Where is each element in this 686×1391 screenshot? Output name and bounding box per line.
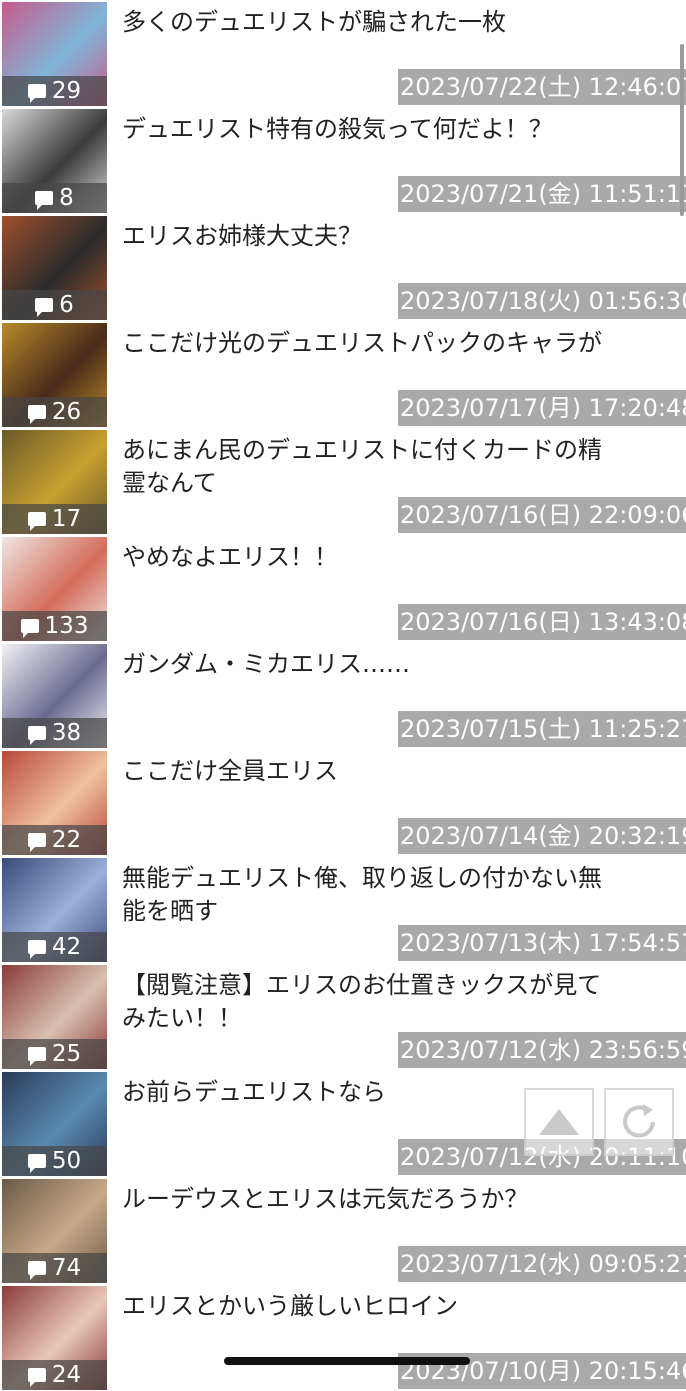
scrollbar[interactable] [680, 44, 684, 216]
thread-row[interactable]: 74 ルーデウスとエリスは元気だろうか？ 2023/07/12(水) 09:05:2… [0, 1177, 686, 1284]
comment-icon [27, 1261, 46, 1280]
comment-count-badge: 29 [2, 76, 107, 106]
thread-row[interactable]: 26 ここだけ光のデュエリストパックのキャラが 2023/07/17(月) 17:2… [0, 321, 686, 428]
thread-title[interactable]: ルーデウスとエリスは元気だろうか？ [122, 1183, 602, 1216]
thread-row[interactable]: 25 【閲覧注意】エリスのお仕置きックスが見てみたい！！ 2023/07/12(水)… [0, 963, 686, 1070]
comment-count: 8 [59, 185, 74, 211]
thread-date: 2023/07/18(火) 01:56:30 [398, 283, 686, 319]
thread-date: 2023/07/15(土) 11:25:27 [398, 711, 686, 747]
comment-count-badge: 74 [2, 1253, 107, 1283]
thread-row[interactable]: 29 多くのデュエリストが騙された一枚 2023/07/22(土) 12:46:07 [0, 0, 686, 107]
thread-title[interactable]: 【閲覧注意】エリスのお仕置きックスが見てみたい！！ [122, 969, 602, 1035]
thread-row[interactable]: 133 やめなよエリス！！ 2023/07/16(日) 13:43:08 [0, 535, 686, 642]
thread-thumbnail[interactable]: 6 [2, 216, 107, 320]
comment-count: 74 [51, 1255, 82, 1281]
comment-count: 6 [59, 292, 74, 318]
thread-title[interactable]: やめなよエリス！！ [122, 541, 602, 574]
comment-icon [27, 84, 46, 103]
comment-count-badge: 133 [2, 611, 107, 641]
thread-date: 2023/07/16(日) 13:43:08 [398, 604, 686, 640]
thread-thumbnail[interactable]: 42 [2, 858, 107, 962]
thread-thumbnail[interactable]: 50 [2, 1072, 107, 1176]
comment-icon [27, 1047, 46, 1066]
comment-icon [20, 619, 39, 638]
comment-count: 22 [51, 827, 82, 853]
thread-thumbnail[interactable]: 25 [2, 965, 107, 1069]
comment-count: 38 [51, 720, 82, 746]
comment-count: 25 [51, 1041, 82, 1067]
comment-count: 50 [51, 1148, 82, 1174]
thread-thumbnail[interactable]: 29 [2, 2, 107, 106]
reload-button[interactable] [604, 1088, 674, 1156]
thread-title[interactable]: エリスとかいう厳しいヒロイン [122, 1290, 602, 1323]
comment-count-badge: 17 [2, 504, 107, 534]
thread-date: 2023/07/13(木) 17:54:57 [398, 925, 686, 961]
thread-thumbnail[interactable]: 22 [2, 751, 107, 855]
thread-title[interactable]: ガンダム・ミカエリス…… [122, 648, 602, 681]
home-indicator [224, 1357, 470, 1365]
thread-title[interactable]: 多くのデュエリストが騙された一枚 [122, 6, 602, 39]
comment-icon [27, 833, 46, 852]
thread-row[interactable]: 8 デュエリスト特有の殺気って何だよ！？ 2023/07/21(金) 11:51:1… [0, 107, 686, 214]
scroll-top-button[interactable] [524, 1088, 594, 1156]
thread-title[interactable]: デュエリスト特有の殺気って何だよ！？ [122, 113, 602, 146]
thread-title[interactable]: あにまん民のデュエリストに付くカードの精霊なんて [122, 434, 602, 500]
thread-date: 2023/07/12(水) 23:56:59 [398, 1032, 686, 1068]
comment-count-badge: 26 [2, 397, 107, 427]
comment-count: 42 [51, 934, 82, 960]
comment-icon [35, 191, 54, 210]
up-triangle-icon [539, 1109, 579, 1135]
thread-date: 2023/07/17(月) 17:20:48 [398, 390, 686, 426]
thread-title[interactable]: ここだけ全員エリス [122, 755, 602, 788]
comment-count-badge: 22 [2, 825, 107, 855]
thread-row[interactable]: 17 あにまん民のデュエリストに付くカードの精霊なんて 2023/07/16(日) … [0, 428, 686, 535]
comment-count: 17 [51, 506, 82, 532]
thread-thumbnail[interactable]: 17 [2, 430, 107, 534]
thread-date: 2023/07/16(日) 22:09:06 [398, 497, 686, 533]
thread-thumbnail[interactable]: 74 [2, 1179, 107, 1283]
thread-thumbnail[interactable]: 8 [2, 109, 107, 213]
thread-row[interactable]: 22 ここだけ全員エリス 2023/07/14(金) 20:32:19 [0, 749, 686, 856]
comment-icon [27, 726, 46, 745]
comment-count-badge: 25 [2, 1039, 107, 1069]
thread-date: 2023/07/14(金) 20:32:19 [398, 818, 686, 854]
comment-count-badge: 38 [2, 718, 107, 748]
comment-icon [27, 940, 46, 959]
thread-title[interactable]: エリスお姉様大丈夫？ [122, 220, 602, 253]
thread-thumbnail[interactable]: 26 [2, 323, 107, 427]
thread-thumbnail[interactable]: 24 [2, 1286, 107, 1390]
thread-thumbnail[interactable]: 133 [2, 537, 107, 641]
comment-count-badge: 24 [2, 1360, 107, 1390]
thread-thumbnail[interactable]: 38 [2, 644, 107, 748]
comment-count: 26 [51, 399, 82, 425]
comment-icon [27, 512, 46, 531]
comment-count: 133 [44, 613, 89, 639]
comment-count-badge: 42 [2, 932, 107, 962]
comment-count-badge: 50 [2, 1146, 107, 1176]
thread-date: 2023/07/12(水) 09:05:21 [398, 1246, 686, 1282]
comment-icon [27, 405, 46, 424]
thread-date: 2023/07/22(土) 12:46:07 [398, 69, 686, 105]
thread-row[interactable]: 24 エリスとかいう厳しいヒロイン 2023/07/10(月) 20:15:46 [0, 1284, 686, 1391]
comment-icon [27, 1154, 46, 1173]
thread-row[interactable]: 6 エリスお姉様大丈夫？ 2023/07/18(火) 01:56:30 [0, 214, 686, 321]
comment-icon [27, 1368, 46, 1387]
comment-count: 29 [51, 78, 82, 104]
thread-date: 2023/07/21(金) 11:51:13 [398, 176, 686, 212]
thread-row[interactable]: 42 無能デュエリスト俺、取り返しの付かない無能を晒す 2023/07/13(木) … [0, 856, 686, 963]
thread-title[interactable]: 無能デュエリスト俺、取り返しの付かない無能を晒す [122, 862, 602, 928]
reload-icon [623, 1104, 655, 1138]
thread-title[interactable]: ここだけ光のデュエリストパックのキャラが [122, 327, 602, 360]
comment-count-badge: 6 [2, 290, 107, 320]
thread-row[interactable]: 38 ガンダム・ミカエリス…… 2023/07/15(土) 11:25:27 [0, 642, 686, 749]
thread-list: 29 多くのデュエリストが騙された一枚 2023/07/22(土) 12:46:07… [0, 0, 686, 1391]
comment-icon [35, 298, 54, 317]
comment-count-badge: 8 [2, 183, 107, 213]
